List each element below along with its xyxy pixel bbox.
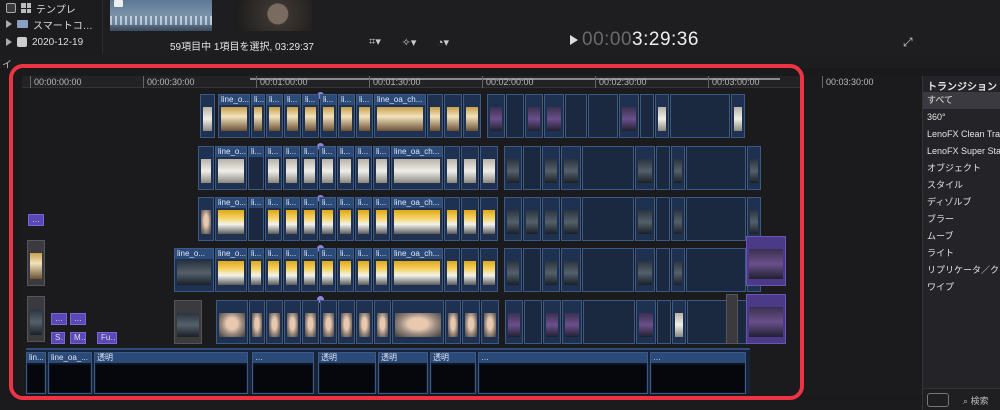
grid-icon	[21, 3, 31, 13]
search-icon: ⌕	[963, 396, 969, 406]
transition-category[interactable]: すべて	[923, 92, 1000, 109]
selection-status: 59項目中 1項目を選択, 03:29:37	[170, 42, 314, 53]
library-item-date[interactable]: 2020-12-19	[6, 35, 83, 49]
viewer-toolbar: ⌗▾ ✧▾ ◔▾	[362, 34, 456, 50]
badge-icon	[114, 0, 123, 7]
transition-category[interactable]: ワイプ	[923, 279, 1000, 296]
transition-category[interactable]: ブラー	[923, 211, 1000, 228]
search-field[interactable]: ⌕ 検索	[963, 394, 989, 407]
folder-icon	[17, 20, 28, 28]
speed-gauge-icon[interactable]: ◔▾	[430, 34, 456, 50]
sidebar-footer: ⌕ 検索	[923, 388, 1000, 410]
sidebar-toggle-button[interactable]	[927, 393, 949, 407]
transition-category[interactable]: スタイル	[923, 177, 1000, 194]
library-item-label: テンプレ	[36, 4, 76, 16]
transition-category[interactable]: ムーブ	[923, 228, 1000, 245]
transition-category[interactable]: ディゾルブ	[923, 194, 1000, 211]
magic-wand-icon[interactable]: ✧▾	[396, 34, 422, 50]
disclosure-triangle-icon[interactable]	[6, 38, 12, 46]
library-item-label: 2020-12-19	[32, 36, 84, 48]
disclosure-triangle-icon[interactable]	[6, 20, 12, 28]
calendar-icon	[17, 37, 27, 47]
library-item-smart[interactable]: スマートコ…	[6, 17, 93, 32]
transitions-title: トランジション	[927, 82, 997, 93]
transition-category[interactable]: オブジェクト	[923, 160, 1000, 177]
transition-category[interactable]: リプリケータ／クローン	[923, 262, 1000, 279]
transitions-browser: トランジション すべて 360° LenoFX Clean Transition…	[922, 76, 1000, 410]
fullscreen-icon[interactable]: ⤢	[903, 35, 913, 50]
library-item-template[interactable]: テンプレ	[6, 1, 76, 16]
timeline-overflow: 00:03:30:00	[806, 76, 922, 396]
event-icon	[6, 3, 16, 13]
index-label[interactable]: イ	[2, 56, 12, 71]
browser-area: テンプレ スマートコ… 2020-12-19 59項目中 1項目を選択, 03:…	[0, 0, 1000, 54]
transition-category[interactable]: 360°	[923, 109, 1000, 126]
browser-thumbnail[interactable]	[110, 0, 212, 31]
timecode-display: 00:003:29:36	[582, 29, 699, 50]
transition-category[interactable]: LenoFX Clean Transitions	[923, 126, 1000, 143]
transform-icon[interactable]: ⌗▾	[362, 34, 388, 50]
library-sidebar: テンプレ スマートコ… 2020-12-19	[0, 0, 103, 54]
play-icon[interactable]	[570, 35, 578, 45]
library-item-label: スマートコ…	[33, 20, 93, 32]
timeline-footer	[0, 400, 922, 410]
ruler-tick: 00:03:30:00	[822, 76, 874, 88]
transition-category[interactable]: ライト	[923, 245, 1000, 262]
timeline-highlight-frame	[9, 64, 804, 400]
browser-thumbnail[interactable]	[236, 0, 312, 31]
transition-category[interactable]: LenoFX Super Starter	[923, 143, 1000, 160]
